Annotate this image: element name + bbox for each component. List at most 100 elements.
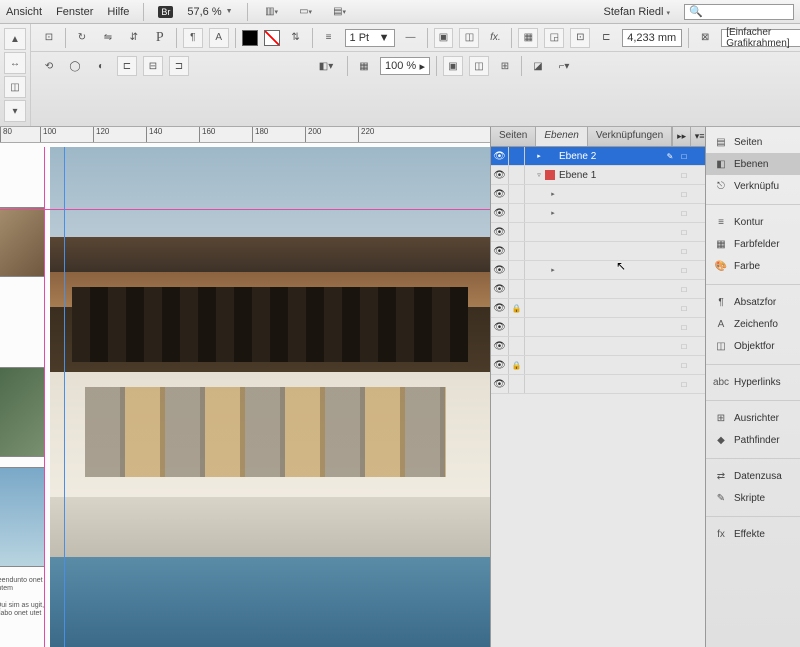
visibility-toggle-icon[interactable]: 👁 — [491, 356, 509, 374]
visibility-toggle-icon[interactable]: 👁 — [491, 223, 509, 241]
swap-fill-stroke-icon[interactable]: ⇅ — [286, 28, 306, 48]
expand-icon[interactable]: ▸ — [547, 209, 559, 217]
offset-field[interactable]: 4,233 mm — [622, 29, 682, 47]
menu-ansicht[interactable]: Ansicht — [6, 6, 42, 18]
column-guide[interactable] — [64, 147, 65, 647]
lock-toggle-icon[interactable] — [509, 242, 525, 260]
drop-shadow-icon[interactable]: ◪ — [528, 56, 548, 76]
lock-toggle-icon[interactable] — [509, 204, 525, 222]
visibility-toggle-icon[interactable]: 👁 — [491, 299, 509, 317]
dock-item-hyperlinks[interactable]: abcHyperlinks — [706, 371, 800, 393]
apply-color-icon[interactable]: ◧▾ — [311, 56, 341, 76]
panel-collapse-icon[interactable]: ▸▸ — [672, 127, 690, 146]
layer-row[interactable]: 👁□ — [491, 242, 705, 261]
effects-icon[interactable]: fx. — [485, 28, 505, 48]
ref-point-icon[interactable]: ⊡ — [39, 28, 59, 48]
pen-target-icon[interactable]: ✎ — [663, 152, 677, 161]
user-name[interactable]: Stefan Riedl ▾ — [603, 6, 670, 18]
select-indicator[interactable]: □ — [677, 247, 691, 256]
lock-toggle-icon[interactable]: 🔒 — [509, 299, 525, 317]
menu-hilfe[interactable]: Hilfe — [107, 6, 129, 18]
flip-h-icon[interactable]: ⇋ — [98, 28, 118, 48]
panel-menu-icon[interactable]: ▾≡ — [690, 127, 708, 146]
wrap-jump-icon[interactable]: ▣ — [443, 56, 463, 76]
tool-frame-picker[interactable]: ◫ — [4, 76, 26, 98]
align-left-icon[interactable]: ⊏ — [117, 56, 137, 76]
visibility-toggle-icon[interactable]: 👁 — [491, 280, 509, 298]
text-wrap-none-icon[interactable]: ▣ — [434, 28, 454, 48]
tool-selection[interactable]: ▲ — [4, 28, 26, 50]
text-frame[interactable]: queendunto onet ventem ? Qui sim as ugit… — [0, 577, 52, 619]
flip-v-icon[interactable]: ⇵ — [124, 28, 144, 48]
frame-fitting-icon[interactable]: ⊠ — [695, 28, 715, 48]
lock-toggle-icon[interactable] — [509, 261, 525, 279]
select-indicator[interactable]: □ — [677, 190, 691, 199]
align-right-icon[interactable]: ⊐ — [169, 56, 189, 76]
zoom-field[interactable]: 57,6 %▼ — [187, 6, 232, 18]
lock-toggle-icon[interactable] — [509, 318, 525, 336]
lock-toggle-icon[interactable] — [509, 375, 525, 393]
select-indicator[interactable]: □ — [677, 209, 691, 218]
view-options-icon[interactable]: ▥▾ — [262, 2, 282, 22]
lock-toggle-icon[interactable] — [509, 166, 525, 184]
layer-row[interactable]: 👁□ — [491, 337, 705, 356]
wrap-options-icon[interactable]: ⊞ — [495, 56, 515, 76]
visibility-toggle-icon[interactable]: 👁 — [491, 318, 509, 336]
dock-item-skripte[interactable]: ✎Skripte — [706, 487, 800, 509]
wrap-column-icon[interactable]: ◫ — [469, 56, 489, 76]
lock-toggle-icon[interactable] — [509, 147, 525, 165]
select-indicator[interactable]: □ — [677, 171, 691, 180]
layer-row[interactable]: 👁□ — [491, 375, 705, 394]
visibility-toggle-icon[interactable]: 👁 — [491, 261, 509, 279]
select-indicator[interactable]: □ — [677, 152, 691, 161]
layer-row[interactable]: 👁□ — [491, 223, 705, 242]
dock-item-kontur[interactable]: ≡Kontur — [706, 211, 800, 233]
stroke-swatch[interactable] — [264, 30, 280, 46]
vertical-guide[interactable] — [44, 147, 45, 647]
lock-toggle-icon[interactable] — [509, 337, 525, 355]
dock-item-seiten[interactable]: ▤Seiten — [706, 131, 800, 153]
visibility-toggle-icon[interactable]: 👁 — [491, 375, 509, 393]
corner-shape-icon[interactable]: ◲ — [544, 28, 564, 48]
text-wrap-bounding-icon[interactable]: ◫ — [459, 28, 479, 48]
horizontal-guide[interactable] — [0, 209, 490, 210]
search-input[interactable]: 🔍 — [684, 4, 794, 20]
dock-item-farbe[interactable]: 🎨Farbe — [706, 255, 800, 277]
tool-dropdown[interactable]: ▾ — [4, 100, 26, 122]
screen-mode-icon[interactable]: ▭▾ — [296, 2, 316, 22]
align-center-icon[interactable]: ⊟ — [143, 56, 163, 76]
expand-icon[interactable]: ▸ — [547, 266, 559, 274]
opacity-field[interactable]: 100 % ▸ — [380, 57, 430, 75]
visibility-toggle-icon[interactable]: 👁 — [491, 204, 509, 222]
visibility-toggle-icon[interactable]: 👁 — [491, 166, 509, 184]
corner-options-icon[interactable]: ▦ — [518, 28, 538, 48]
transform-scale-icon[interactable]: ◯ — [65, 56, 85, 76]
bridge-icon[interactable]: Br — [158, 6, 173, 18]
thumbnail-1[interactable] — [0, 207, 45, 277]
select-indicator[interactable]: □ — [677, 285, 691, 294]
placed-image[interactable] — [50, 147, 490, 647]
corner-link-icon[interactable]: ⊡ — [570, 28, 590, 48]
layer-row[interactable]: 👁▸□ — [491, 261, 705, 280]
lock-toggle-icon[interactable] — [509, 280, 525, 298]
dock-item-datenzusa[interactable]: ⇄Datenzusa — [706, 465, 800, 487]
layer-row[interactable]: 👁▸Ebene 2✎□ — [491, 147, 705, 166]
layer-row[interactable]: 👁🔒□ — [491, 356, 705, 375]
lock-toggle-icon[interactable] — [509, 223, 525, 241]
paragraph-style-icon[interactable]: ¶ — [183, 28, 203, 48]
expand-icon[interactable]: ▿ — [533, 171, 545, 179]
transform-rotate-icon[interactable]: ⟲ — [39, 56, 59, 76]
dock-item-verknüpfu[interactable]: ⎋Verknüpfu — [706, 175, 800, 197]
layer-row[interactable]: 👁▿Ebene 1□ — [491, 166, 705, 185]
type-icon[interactable]: P — [150, 28, 170, 48]
thumbnail-3[interactable] — [0, 467, 45, 567]
layer-name[interactable]: Ebene 2 — [559, 151, 663, 162]
layer-row[interactable]: 👁▸□ — [491, 185, 705, 204]
transform-shear-icon[interactable]: ◐ — [91, 56, 111, 76]
expand-icon[interactable]: ▸ — [547, 190, 559, 198]
container-frame-field[interactable]: [Einfacher Grafikrahmen] ▼ — [721, 29, 800, 47]
select-indicator[interactable]: □ — [677, 228, 691, 237]
tab-verknuepfungen[interactable]: Verknüpfungen — [588, 127, 672, 146]
expand-icon[interactable]: ▸ — [533, 152, 545, 160]
layer-row[interactable]: 👁□ — [491, 318, 705, 337]
